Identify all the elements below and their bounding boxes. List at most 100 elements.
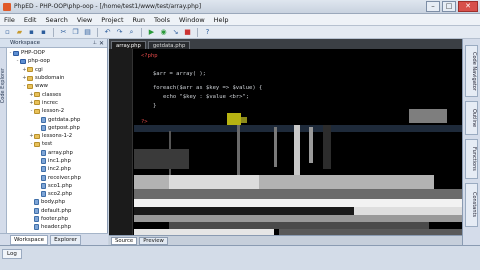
menu-help[interactable]: Help bbox=[214, 16, 229, 24]
toolbar-separator bbox=[197, 27, 198, 37]
tree-item[interactable]: default.php bbox=[8, 207, 107, 215]
menu-bar: File Edit Search View Project Run Tools … bbox=[0, 14, 480, 26]
tree-item[interactable]: body.php bbox=[8, 198, 107, 206]
menu-file[interactable]: File bbox=[4, 16, 15, 24]
status-bar: Log bbox=[0, 245, 480, 270]
tab-source[interactable]: Source bbox=[111, 236, 138, 245]
toolbar-separator bbox=[53, 27, 54, 37]
tree-item[interactable]: inc1.php bbox=[8, 157, 107, 165]
project-icon bbox=[20, 58, 26, 64]
render-artifact bbox=[274, 127, 277, 167]
run-icon[interactable]: ▶ bbox=[147, 28, 156, 37]
cut-icon[interactable]: ✂ bbox=[59, 28, 68, 37]
editor-tab-getdata[interactable]: getdata.php bbox=[147, 41, 191, 49]
render-artifact bbox=[134, 199, 462, 207]
save-icon[interactable]: ▪ bbox=[27, 28, 36, 37]
debug-icon[interactable]: ◉ bbox=[159, 28, 168, 37]
tree-item[interactable]: getdata.php bbox=[8, 115, 107, 123]
pin-icon[interactable]: ⊥ bbox=[93, 39, 97, 48]
code-line: foreach($arr as $key => $value) { bbox=[153, 85, 263, 91]
tree-item-label: increc bbox=[42, 99, 58, 106]
menu-view[interactable]: View bbox=[77, 16, 92, 24]
code-line: ?> bbox=[141, 119, 148, 125]
tree-item[interactable]: receiver.php bbox=[8, 173, 107, 181]
log-tab[interactable]: Log bbox=[2, 249, 22, 259]
render-artifact bbox=[169, 222, 429, 229]
open-folder-icon[interactable]: ▰ bbox=[15, 28, 24, 37]
code-line: <?php bbox=[141, 53, 158, 59]
paste-icon[interactable]: ▤ bbox=[83, 28, 92, 37]
close-button[interactable]: ✕ bbox=[458, 1, 478, 12]
tree-item[interactable]: + cgi bbox=[8, 66, 107, 74]
code-line: echo "$key : $value <br>"; bbox=[163, 94, 250, 100]
new-file-icon[interactable]: ▫ bbox=[3, 28, 12, 37]
code-explorer-label: Code Explorer bbox=[0, 68, 6, 104]
tree-item[interactable]: - PHP-OOP bbox=[8, 49, 107, 57]
php-file-icon bbox=[41, 149, 46, 156]
tree-item[interactable]: inc2.php bbox=[8, 165, 107, 173]
php-file-icon bbox=[41, 191, 46, 198]
find-icon[interactable]: ⌕ bbox=[127, 28, 136, 37]
menu-tools[interactable]: Tools bbox=[154, 16, 170, 24]
tree-item[interactable]: sco2.php bbox=[8, 190, 107, 198]
tree-item[interactable]: + lessons-1-2 bbox=[8, 132, 107, 140]
tree-item-label: default.php bbox=[41, 207, 72, 214]
tree-item[interactable]: - www bbox=[8, 82, 107, 90]
step-icon[interactable]: ↘ bbox=[171, 28, 180, 37]
tab-outline[interactable]: Outline bbox=[465, 101, 478, 135]
save-all-icon[interactable]: ▪ bbox=[39, 28, 48, 37]
folder-icon bbox=[27, 83, 33, 89]
toolbar: ▫ ▰ ▪ ▪ ✂ ❐ ▤ ↶ ↷ ⌕ ▶ ◉ ↘ ■ ? bbox=[0, 26, 480, 39]
editor-tab-array[interactable]: array.php bbox=[111, 41, 146, 49]
tree-item[interactable]: header.php bbox=[8, 223, 107, 231]
code-explorer-tab[interactable]: Code Explorer bbox=[0, 48, 7, 245]
tree-item[interactable]: + subdomain bbox=[8, 74, 107, 82]
tree-item-label: inc1.php bbox=[48, 158, 71, 164]
redo-icon[interactable]: ↷ bbox=[115, 28, 124, 37]
code-line: } bbox=[153, 103, 157, 109]
minimize-button[interactable]: – bbox=[426, 1, 440, 12]
right-side-panel: Code Navigator Outline Functions Constan… bbox=[462, 39, 480, 245]
render-artifact bbox=[134, 215, 462, 222]
tree-item-label: receiver.php bbox=[48, 174, 81, 181]
tree-item[interactable]: getpost.php bbox=[8, 124, 107, 132]
tree-item-label: php-oop bbox=[28, 58, 50, 65]
tree-item-label: cgi bbox=[35, 66, 43, 73]
stop-icon[interactable]: ■ bbox=[183, 28, 192, 37]
render-artifact bbox=[241, 117, 247, 123]
code-editor[interactable]: array.php getdata.php <?php $arr = array… bbox=[109, 39, 462, 245]
render-artifact bbox=[354, 207, 462, 215]
tree-item[interactable]: - php-oop bbox=[8, 57, 107, 65]
tab-explorer[interactable]: Explorer bbox=[50, 234, 81, 245]
close-icon[interactable]: ✕ bbox=[99, 39, 104, 48]
tree-item[interactable]: - lesson-2 bbox=[8, 107, 107, 115]
tree-item-label: footer.php bbox=[41, 216, 69, 223]
tab-preview[interactable]: Preview bbox=[139, 236, 168, 245]
menu-run[interactable]: Run bbox=[133, 16, 145, 24]
render-artifact bbox=[134, 149, 189, 169]
render-artifact bbox=[309, 127, 313, 163]
tree-item[interactable]: - test bbox=[8, 140, 107, 148]
workspace-header: Workspace ⊥ ✕ bbox=[0, 39, 107, 48]
maximize-button[interactable]: □ bbox=[442, 1, 456, 12]
copy-icon[interactable]: ❐ bbox=[71, 28, 80, 37]
tab-constants[interactable]: Constants bbox=[465, 183, 478, 227]
tree-item[interactable]: sco1.php bbox=[8, 182, 107, 190]
project-tree: - PHP-OOP - php-oop + cgi + subdomain - www + class… bbox=[8, 49, 107, 232]
menu-window[interactable]: Window bbox=[179, 16, 205, 24]
tab-functions[interactable]: Functions bbox=[465, 139, 478, 179]
tab-code-navigator[interactable]: Code Navigator bbox=[465, 45, 478, 97]
help-icon[interactable]: ? bbox=[203, 28, 212, 37]
tree-item[interactable]: array.php bbox=[8, 149, 107, 157]
menu-project[interactable]: Project bbox=[101, 16, 123, 24]
undo-icon[interactable]: ↶ bbox=[103, 28, 112, 37]
tree-item[interactable]: footer.php bbox=[8, 215, 107, 223]
workspace-panel: Workspace ⊥ ✕ Code Explorer - PHP-OOP - php… bbox=[0, 39, 108, 245]
line-gutter bbox=[109, 49, 133, 235]
tab-workspace[interactable]: Workspace bbox=[10, 234, 49, 245]
tree-item[interactable]: + classes bbox=[8, 90, 107, 98]
php-file-icon bbox=[41, 166, 46, 173]
tree-item[interactable]: + increc bbox=[8, 99, 107, 107]
menu-edit[interactable]: Edit bbox=[24, 16, 37, 24]
menu-search[interactable]: Search bbox=[45, 16, 67, 24]
